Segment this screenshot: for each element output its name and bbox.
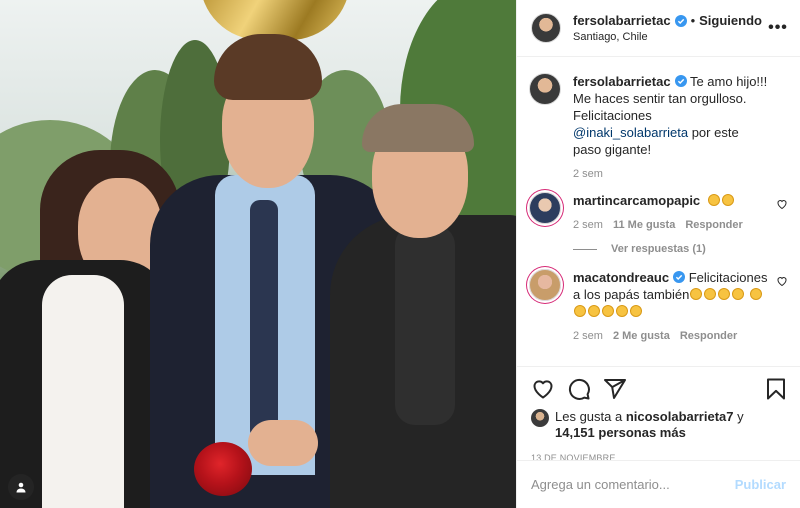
- clapping-emoji-icon: [602, 305, 614, 317]
- clapping-emoji-icon: [616, 305, 628, 317]
- liker-username[interactable]: nicosolabarrieta7: [626, 409, 734, 424]
- comment-item: martincarcamopapic 2 sem 11 Me gusta Res…: [529, 192, 788, 231]
- caption-author[interactable]: fersolabarrietac: [573, 74, 671, 89]
- likes-prefix: Les gusta a: [555, 409, 626, 424]
- author-username[interactable]: fersolabarrietac: [573, 13, 671, 28]
- post-photo[interactable]: [0, 0, 516, 508]
- clapping-emoji-icon: [707, 194, 720, 206]
- comment-meta: 2 sem 2 Me gusta Responder: [573, 330, 770, 342]
- mention-link[interactable]: @inaki_solabarrieta: [573, 125, 688, 140]
- woman-blouse: [42, 275, 124, 508]
- replies-divider: [573, 248, 597, 250]
- caption: fersolabarrietac Te amo hijo!!! Me haces…: [529, 73, 788, 180]
- comment-time[interactable]: 2 sem: [573, 330, 603, 342]
- comment-author[interactable]: martincarcamopapic: [573, 193, 700, 208]
- caption-time[interactable]: 2 sem: [573, 168, 603, 180]
- verified-badge-icon: [674, 14, 687, 27]
- likes-text[interactable]: Les gusta a nicosolabarrieta7 y 14,151 p…: [555, 409, 744, 441]
- father-hand: [248, 420, 318, 466]
- comment-input[interactable]: [531, 477, 735, 492]
- clapping-emoji-icon: [732, 288, 745, 300]
- share-icon[interactable]: [603, 377, 627, 401]
- comments-list[interactable]: fersolabarrietac Te amo hijo!!! Me haces…: [517, 57, 800, 365]
- clapping-emoji-icon: [721, 194, 734, 206]
- post-location[interactable]: Santiago, Chile: [573, 31, 768, 43]
- view-replies-button[interactable]: Ver respuestas (1): [573, 243, 788, 255]
- reply-button[interactable]: Responder: [680, 330, 737, 342]
- son-tie: [250, 200, 278, 440]
- likes-mid: y: [733, 409, 744, 424]
- reply-button[interactable]: Responder: [685, 219, 742, 231]
- author-avatar[interactable]: [531, 13, 561, 43]
- commenter-avatar[interactable]: [529, 269, 561, 301]
- more-options-icon[interactable]: •••: [768, 18, 788, 38]
- clapping-emoji-icon: [749, 288, 762, 300]
- comment-author[interactable]: macatondreauc: [573, 270, 669, 285]
- verified-badge-icon: [673, 271, 686, 283]
- comment-meta: 2 sem 11 Me gusta Responder: [573, 219, 770, 231]
- post-sidebar: fersolabarrietac • Siguiendo Santiago, C…: [516, 0, 800, 508]
- red-rose: [194, 442, 252, 496]
- separator-dot: •: [690, 13, 696, 28]
- verified-badge-icon: [674, 75, 687, 87]
- clapping-emoji-icon: [718, 288, 731, 300]
- comment-likes[interactable]: 11 Me gusta: [613, 219, 675, 231]
- comment-likes[interactable]: 2 Me gusta: [613, 330, 670, 342]
- likes-count[interactable]: 14,151 personas más: [555, 425, 686, 440]
- user-icon: [16, 482, 26, 493]
- bookmark-icon[interactable]: [764, 377, 788, 401]
- comment-text: macatondreauc Felicitaciones a los papás…: [573, 269, 770, 320]
- post-header: fersolabarrietac • Siguiendo Santiago, C…: [517, 0, 800, 57]
- commenter-avatar[interactable]: [529, 192, 561, 224]
- caption-meta: 2 sem: [573, 168, 770, 180]
- comment-time[interactable]: 2 sem: [573, 219, 603, 231]
- liker-avatar[interactable]: [531, 409, 549, 427]
- tagged-users-button[interactable]: [8, 474, 34, 500]
- comment-text: martincarcamopapic: [573, 192, 770, 209]
- caption-text: fersolabarrietac Te amo hijo!!! Me haces…: [573, 73, 770, 158]
- comment-item: macatondreauc Felicitaciones a los papás…: [529, 269, 788, 342]
- view-replies-label: Ver respuestas (1): [611, 243, 706, 255]
- publish-button[interactable]: Publicar: [735, 477, 786, 492]
- comment-icon[interactable]: [567, 377, 591, 401]
- clapping-emoji-icon: [704, 288, 717, 300]
- clapping-emoji-icon: [630, 305, 642, 317]
- comment-like-heart-icon[interactable]: [776, 275, 788, 287]
- heart-icon[interactable]: [531, 377, 555, 401]
- likes-summary: Les gusta a nicosolabarrieta7 y 14,151 p…: [531, 409, 788, 441]
- add-comment-bar: Publicar: [517, 460, 800, 508]
- clapping-emoji-icon: [690, 288, 703, 300]
- comment-like-heart-icon[interactable]: [776, 198, 788, 210]
- action-icons: [531, 377, 788, 401]
- clapping-emoji-icon: [588, 305, 600, 317]
- clapping-emoji-icon: [574, 305, 586, 317]
- following-button[interactable]: Siguiendo: [699, 13, 762, 28]
- caption-author-avatar[interactable]: [529, 73, 561, 105]
- father-shirt: [395, 225, 455, 425]
- father-hair: [362, 104, 474, 152]
- author-info: fersolabarrietac • Siguiendo Santiago, C…: [573, 13, 768, 43]
- post-actions: Les gusta a nicosolabarrieta7 y 14,151 p…: [517, 366, 800, 463]
